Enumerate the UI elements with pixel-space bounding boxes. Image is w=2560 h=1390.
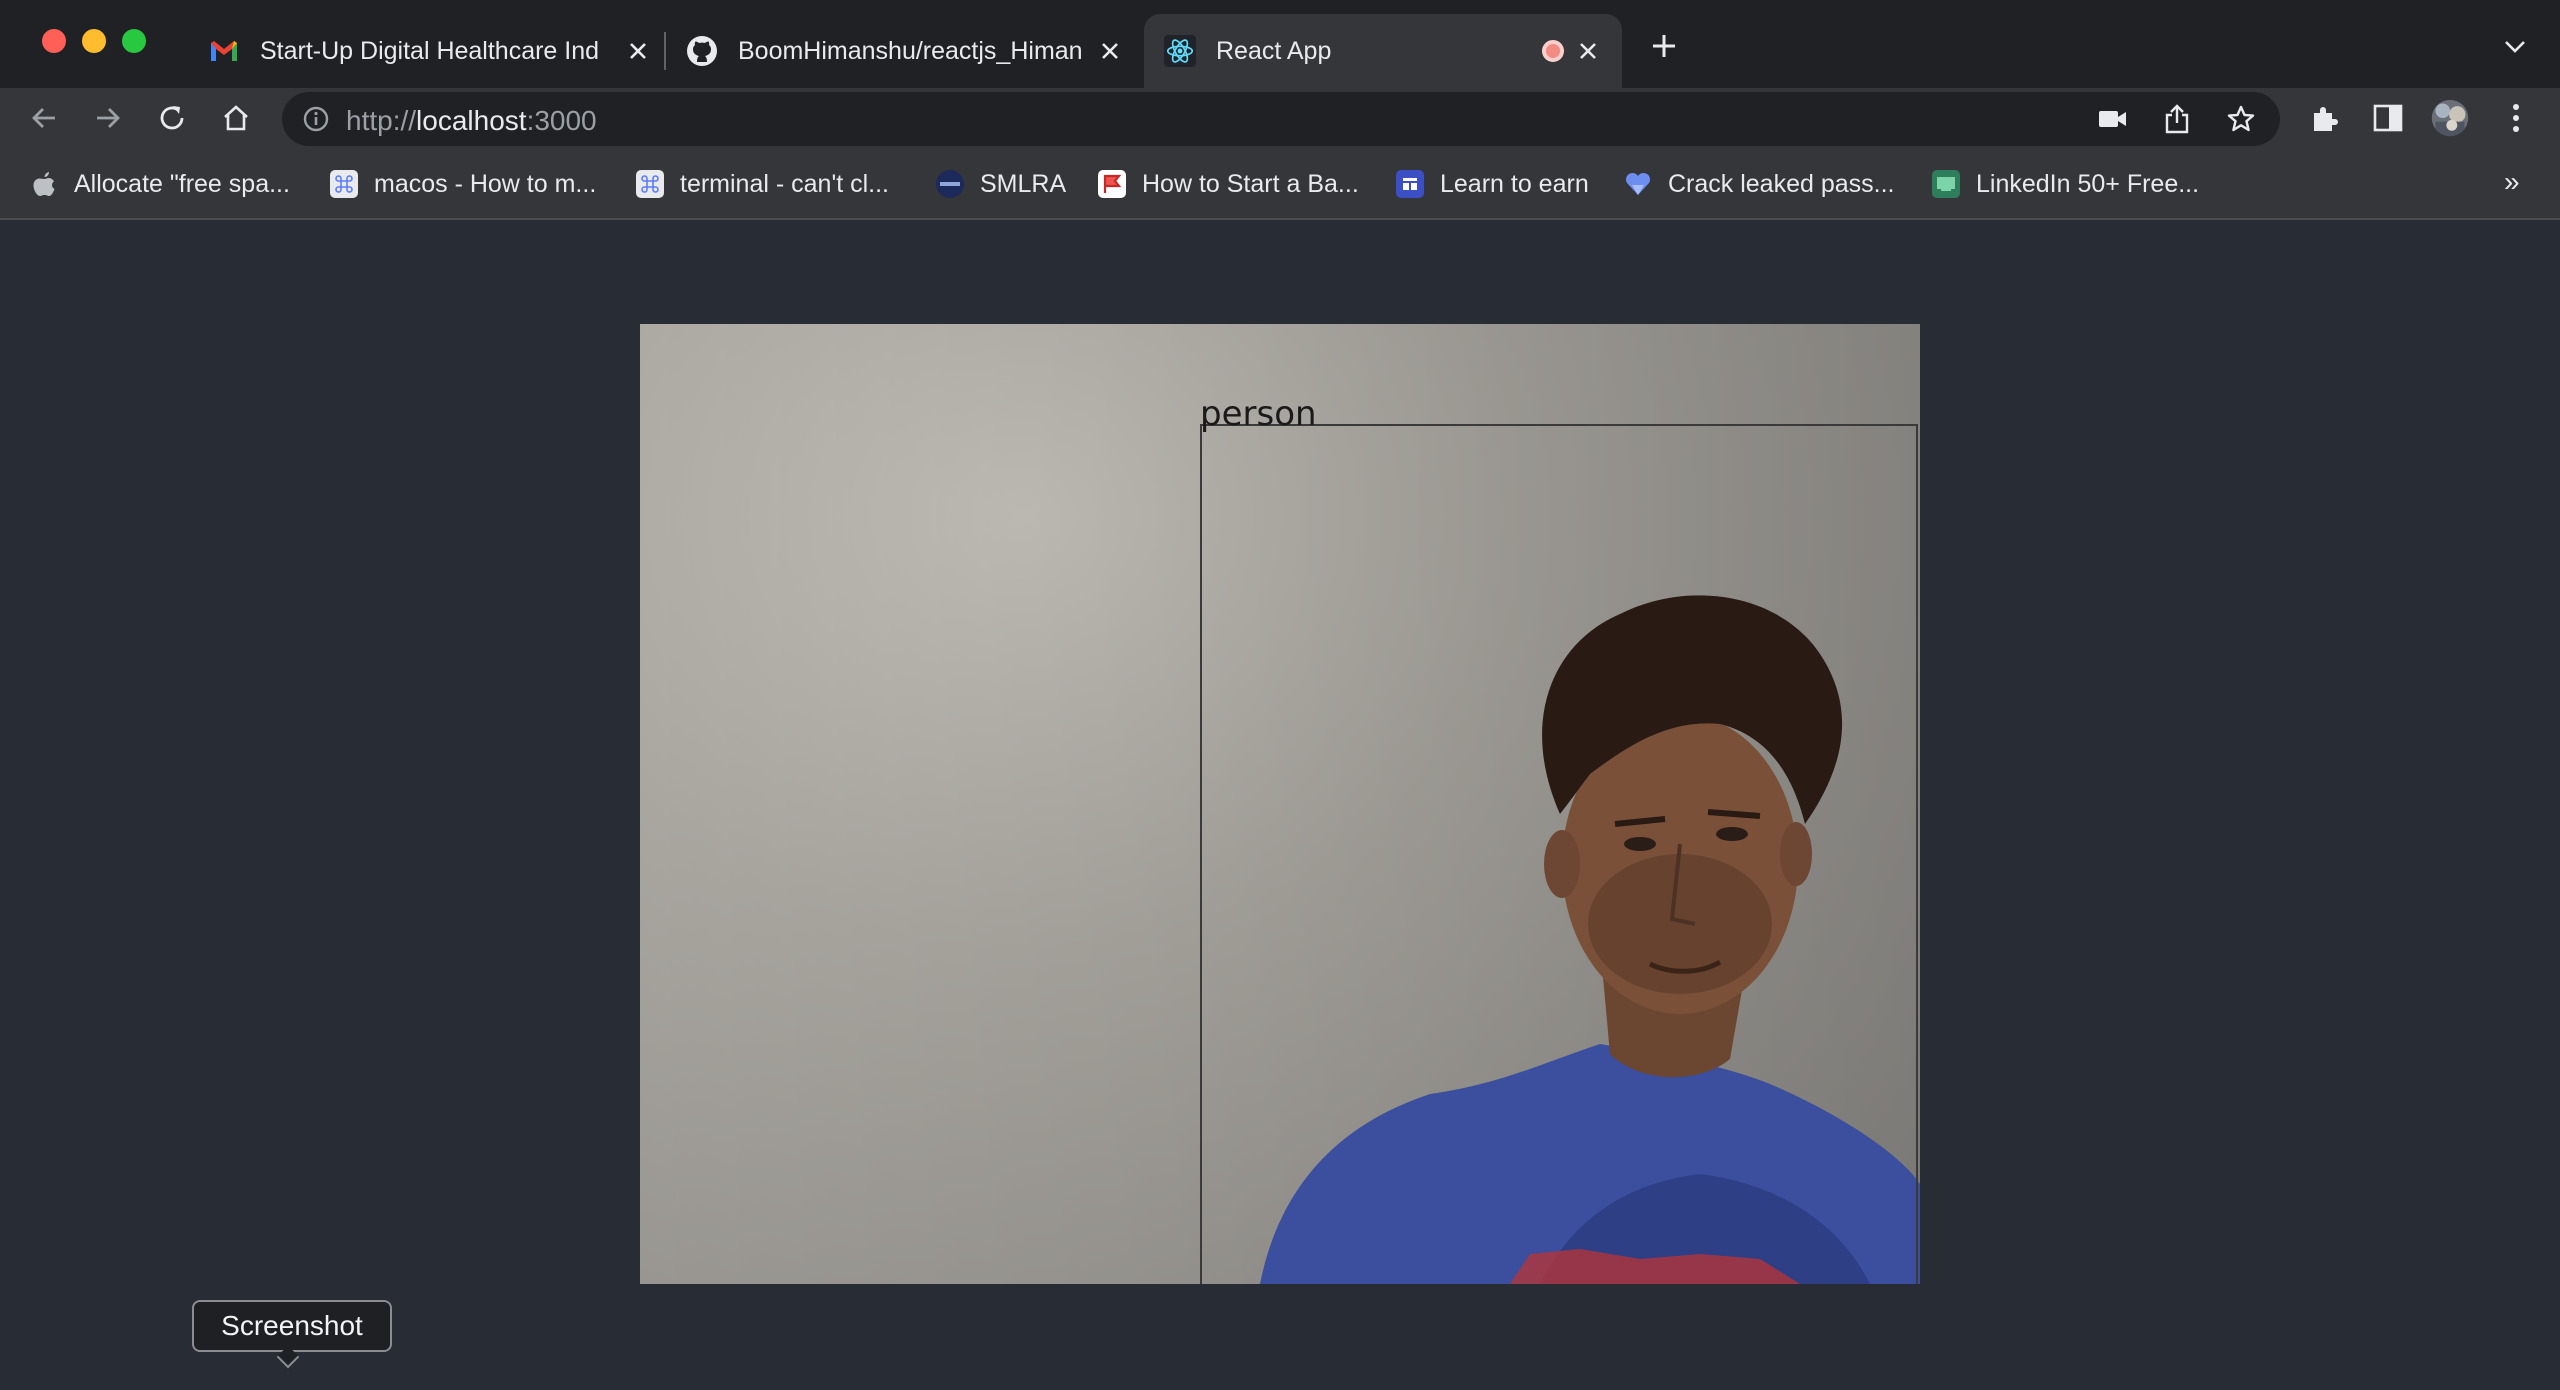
tab-title: BoomHimanshu/reactjs_Himan: [738, 36, 1083, 65]
bookmark-item[interactable]: Learn to earn: [1396, 166, 1589, 202]
bookmark-label: Learn to earn: [1440, 169, 1589, 198]
bookmark-item[interactable]: How to Start a Ba...: [1098, 166, 1359, 202]
forward-button[interactable]: [88, 98, 128, 138]
bookmark-item[interactable]: LinkedIn 50+ Free...: [1932, 166, 2199, 202]
info-icon[interactable]: [300, 103, 332, 135]
tab-react-app[interactable]: React App: [1144, 14, 1622, 88]
bookmarks-bar: Allocate "free spa... macos - How to m..…: [0, 148, 2560, 220]
bookmark-item[interactable]: Crack leaked pass...: [1624, 166, 1895, 202]
bookmark-label: terminal - can't cl...: [680, 169, 889, 198]
home-button[interactable]: [216, 98, 256, 138]
heart-icon: [1624, 170, 1652, 198]
window-minimize-button[interactable]: [82, 29, 106, 53]
avatar[interactable]: [2430, 98, 2470, 138]
detection-bounding-box: [1200, 424, 1918, 1284]
bookmark-item[interactable]: macos - How to m...: [330, 166, 596, 202]
close-icon[interactable]: [1094, 35, 1126, 67]
extensions-icon[interactable]: [2304, 98, 2344, 138]
share-icon[interactable]: [2158, 100, 2196, 138]
detection-label: person: [1200, 394, 1317, 434]
flag-icon: [1098, 170, 1126, 198]
tab-gmail[interactable]: Start-Up Digital Healthcare Ind: [208, 14, 654, 88]
grid-icon: [1396, 170, 1424, 198]
tab-github[interactable]: BoomHimanshu/reactjs_Himan: [686, 14, 1126, 88]
window-close-button[interactable]: [42, 29, 66, 53]
bookmark-item[interactable]: Allocate "free spa...: [30, 166, 290, 202]
bookmark-item[interactable]: SMLRA: [936, 166, 1066, 202]
command-icon: [330, 170, 358, 198]
bookmark-label: How to Start a Ba...: [1142, 169, 1359, 198]
course-icon: [1932, 170, 1960, 198]
bookmark-label: SMLRA: [980, 169, 1067, 198]
screenshot-tooltip: Screenshot: [192, 1300, 392, 1352]
close-icon[interactable]: [1572, 35, 1604, 67]
bookmarks-overflow-button[interactable]: »: [2504, 166, 2520, 198]
tab-separator: [664, 32, 666, 70]
camera-icon[interactable]: [2094, 100, 2132, 138]
bookmark-label: Crack leaked pass...: [1668, 169, 1895, 198]
bookmark-label: macos - How to m...: [374, 169, 597, 198]
address-bar[interactable]: http://localhost:3000: [282, 92, 2280, 146]
bookmark-star-icon[interactable]: [2222, 100, 2260, 138]
menu-kebab-icon[interactable]: [2496, 98, 2536, 138]
url-scheme: http://: [346, 105, 417, 136]
bookmark-label: Allocate "free spa...: [74, 169, 290, 198]
bookmark-item[interactable]: terminal - can't cl...: [636, 166, 889, 202]
webcam-canvas: person: [640, 324, 1920, 1284]
window-zoom-button[interactable]: [122, 29, 146, 53]
recording-indicator-icon: [1542, 40, 1564, 62]
url-host: localhost: [416, 105, 527, 136]
reload-button[interactable]: [152, 98, 192, 138]
smlra-icon: [936, 170, 964, 198]
bookmark-label: LinkedIn 50+ Free...: [1976, 169, 2200, 198]
close-icon[interactable]: [622, 35, 654, 67]
github-icon: [686, 35, 718, 67]
tab-title: Start-Up Digital Healthcare Ind: [260, 36, 600, 65]
url-text[interactable]: http://localhost:3000: [346, 105, 597, 137]
new-tab-button[interactable]: [1648, 30, 1680, 62]
gmail-icon: [208, 35, 240, 67]
side-panel-icon[interactable]: [2368, 98, 2408, 138]
url-port: :3000: [526, 105, 597, 136]
browser-toolbar: http://localhost:3000: [0, 88, 2560, 148]
tab-search-button[interactable]: [2500, 32, 2530, 62]
react-icon: [1164, 35, 1196, 67]
tab-title: React App: [1216, 36, 1332, 65]
tab-strip: Start-Up Digital Healthcare Ind BoomHima…: [0, 0, 2560, 88]
back-button[interactable]: [24, 98, 64, 138]
command-icon: [636, 170, 664, 198]
apple-icon: [30, 170, 58, 198]
